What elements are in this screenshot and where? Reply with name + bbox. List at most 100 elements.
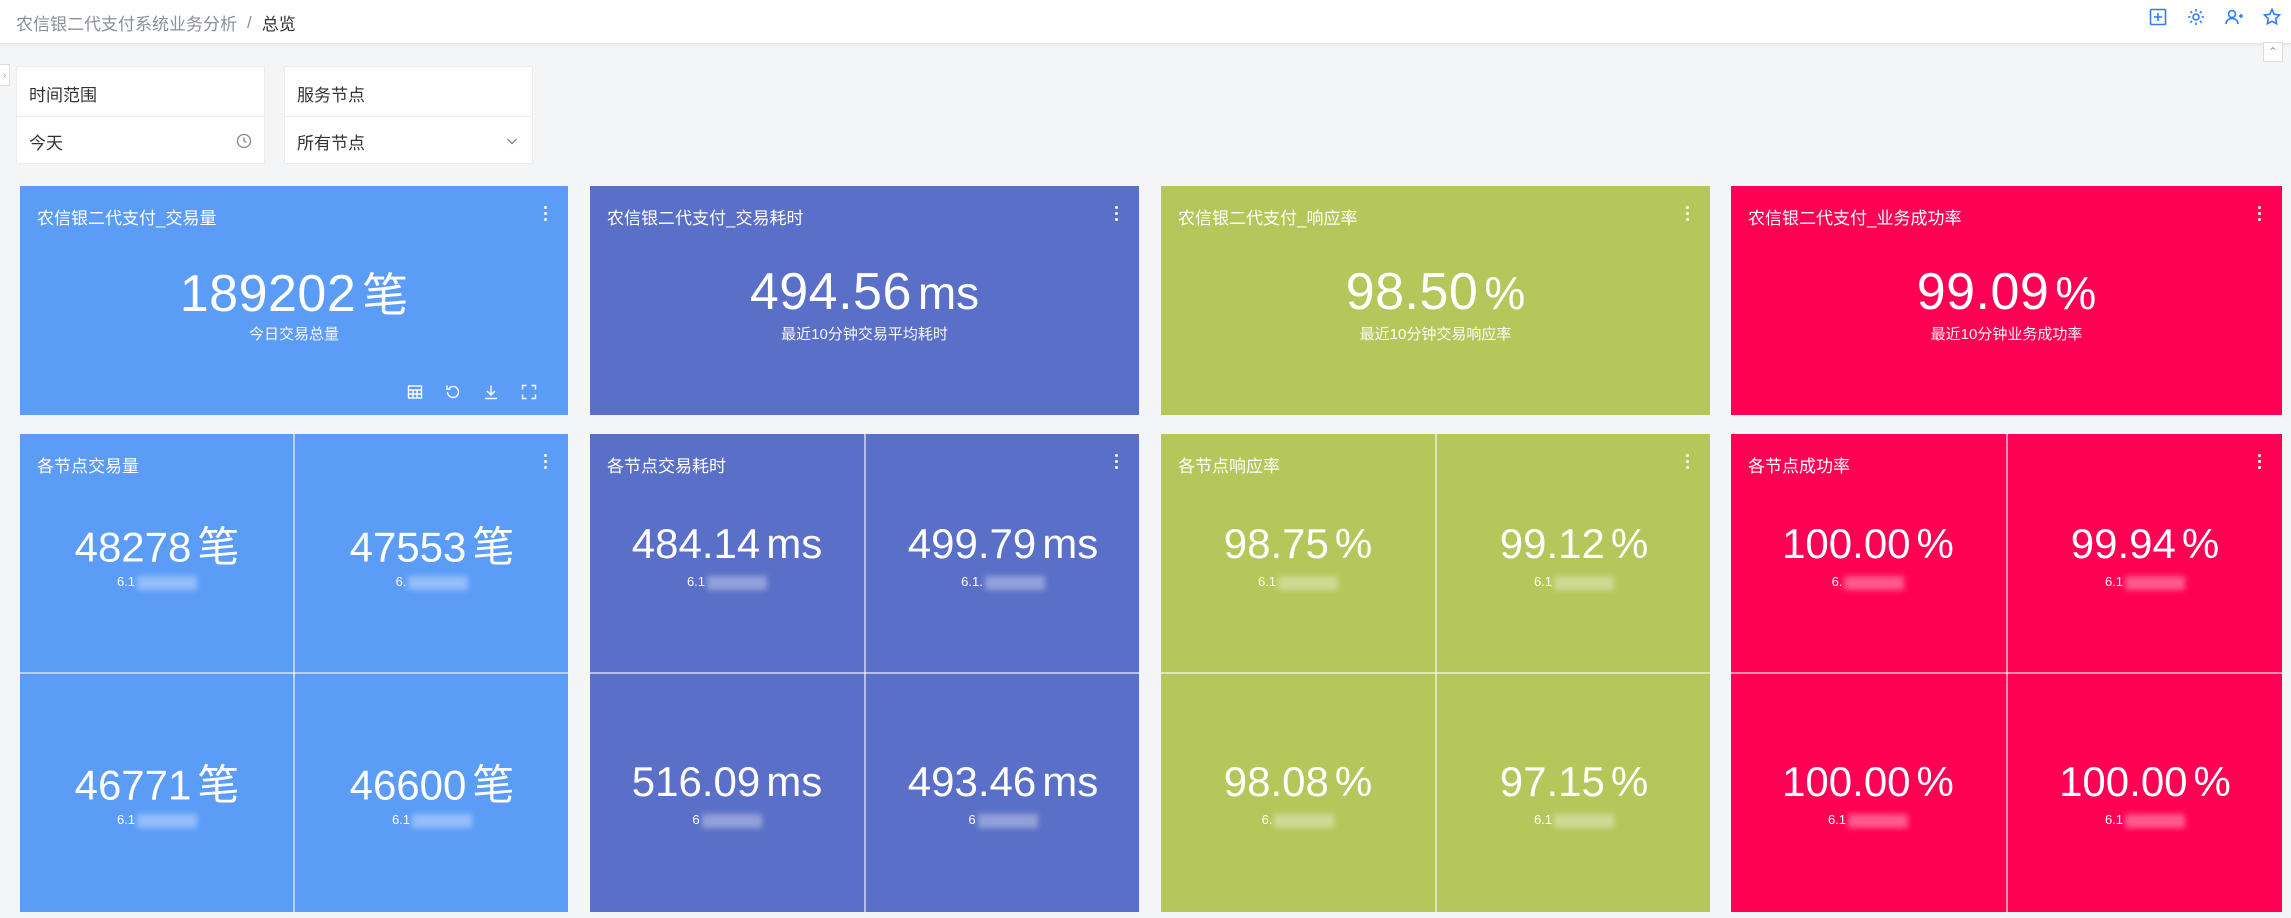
node-label: 6.1	[116, 812, 136, 827]
node-unit: 笔	[472, 523, 515, 571]
refresh-icon[interactable]	[444, 383, 462, 401]
summary-unit: ms	[917, 267, 980, 319]
panel-menu-icon[interactable]	[2254, 202, 2264, 224]
table-view-icon[interactable]	[406, 383, 424, 401]
panel-title: 农信银二代支付_业务成功率	[1748, 209, 1962, 228]
summary-unit: %	[2055, 267, 2097, 319]
node-value: 99.12	[1499, 520, 1605, 567]
node-unit: ms	[1042, 520, 1099, 567]
node-cell: 47553 笔 6.	[295, 434, 568, 672]
node-cell: 516.09 ms 6	[590, 674, 864, 912]
collapse-up-icon[interactable]: ⌃	[2263, 42, 2283, 62]
node-value: 46600	[349, 761, 467, 809]
panel-title: 农信银二代支付_交易量	[37, 209, 217, 228]
summary-panel-latency: 农信银二代支付_交易耗时 494.56 ms 最近10分钟交易平均耗时	[590, 186, 1139, 415]
top-bar: 农信银二代支付系统业务分析 / 总览	[0, 0, 2291, 44]
node-value: 499.79	[907, 520, 1037, 567]
breadcrumb-parent[interactable]: 农信银二代支付系统业务分析	[16, 10, 237, 35]
node-value: 99.94	[2070, 520, 2176, 567]
panel-title: 农信银二代支付_响应率	[1178, 209, 1358, 228]
node-label: 6.	[395, 574, 407, 589]
node-cell: 97.15% 6.1	[1437, 674, 1710, 912]
node-unit: 笔	[197, 761, 240, 809]
summary-number: 494.56	[749, 263, 912, 321]
node-cell: 100.00% 6.1	[2008, 674, 2282, 912]
settings-gear-icon[interactable]	[2185, 6, 2207, 28]
node-unit: %	[1916, 520, 1954, 567]
node-value: 100.00	[1782, 758, 1911, 805]
breadcrumb-current: 总览	[261, 15, 296, 34]
summary-value: 189202 笔	[20, 259, 568, 325]
summary-value: 99.09%	[1731, 262, 2282, 322]
panel-tools	[406, 383, 538, 401]
node-label: 6	[692, 812, 700, 827]
node-label: 6.	[1261, 812, 1273, 827]
node-label: 6	[968, 812, 976, 827]
time-range-select[interactable]: 今天	[17, 117, 264, 165]
service-node-select[interactable]: 所有节点	[285, 117, 532, 165]
download-icon[interactable]	[482, 383, 500, 401]
node-unit: %	[1610, 758, 1649, 805]
node-label: 6.1	[1257, 574, 1277, 589]
fullscreen-icon[interactable]	[520, 383, 538, 401]
node-value: 98.08	[1223, 758, 1329, 805]
service-node-value: 所有节点	[297, 133, 365, 153]
node-label: 6.1	[1533, 574, 1553, 589]
summary-value: 98.50%	[1161, 262, 1710, 322]
node-value: 100.00	[1782, 520, 1911, 567]
node-unit: %	[1334, 758, 1373, 805]
star-icon[interactable]	[2261, 6, 2283, 28]
summary-number: 189202	[179, 265, 357, 323]
node-unit: ms	[766, 520, 823, 567]
panel-menu-icon[interactable]	[540, 202, 550, 224]
node-cell: 484.14 ms 6.1	[590, 434, 864, 672]
node-panel-success-rate: 各节点成功率 100.00% 6. 99.94% 6.1 100.00% 6.1…	[1731, 434, 2282, 912]
node-value: 46771	[74, 761, 192, 809]
node-label: 6.	[1831, 574, 1843, 589]
node-unit: %	[1916, 758, 1954, 805]
summary-unit: %	[1484, 267, 1526, 319]
summary-panel-volume: 农信银二代支付_交易量 189202 笔 今日交易总量	[20, 186, 568, 415]
panel-menu-icon[interactable]	[1682, 202, 1692, 224]
node-panel-response-rate: 各节点响应率 98.75% 6.1 99.12% 6.1 98.08% 6. 9…	[1161, 434, 1710, 912]
summary-subtitle: 最近10分钟业务成功率	[1930, 326, 2083, 343]
service-node-label: 服务节点	[285, 67, 532, 117]
chevron-down-icon	[507, 138, 517, 145]
node-value: 97.15	[1499, 758, 1605, 805]
node-value: 516.09	[631, 758, 761, 805]
node-cell: 98.75% 6.1	[1161, 434, 1435, 672]
node-unit: %	[2193, 758, 2231, 805]
node-unit: ms	[766, 758, 823, 805]
time-range-filter: 时间范围 今天	[16, 66, 265, 164]
node-cell: 499.79 ms 6.1.	[866, 434, 1139, 672]
clock-icon	[236, 133, 252, 149]
node-panel-latency: 各节点交易耗时 484.14 ms 6.1 499.79 ms 6.1. 516.0…	[590, 434, 1139, 912]
node-cell: 100.00% 6.	[1731, 434, 2005, 672]
add-panel-icon[interactable]	[2147, 6, 2169, 28]
node-label: 6.1.	[961, 574, 983, 589]
node-label: 6.1	[2104, 812, 2124, 827]
node-value: 493.46	[907, 758, 1037, 805]
node-cell: 100.00% 6.1	[1731, 674, 2005, 912]
node-label: 6.1	[686, 574, 706, 589]
node-cell: 46600 笔 6.1	[295, 674, 568, 912]
summary-subtitle: 今日交易总量	[248, 326, 339, 343]
panel-menu-icon[interactable]	[1111, 202, 1121, 224]
summary-panel-success-rate: 农信银二代支付_业务成功率 99.09% 最近10分钟业务成功率	[1731, 186, 2282, 415]
summary-number: 98.50	[1345, 263, 1479, 321]
node-cell: 493.46 ms 6	[866, 674, 1139, 912]
panel-title: 农信银二代支付_交易耗时	[607, 209, 804, 228]
node-label: 6.1	[391, 812, 411, 827]
node-label: 6.1	[1533, 812, 1553, 827]
node-value: 47553	[349, 523, 467, 571]
breadcrumb: 农信银二代支付系统业务分析 / 总览	[16, 10, 296, 35]
node-cell: 99.12% 6.1	[1437, 434, 1710, 672]
summary-value: 494.56 ms	[590, 262, 1139, 322]
node-value: 100.00	[2059, 758, 2188, 805]
service-node-filter: 服务节点 所有节点	[284, 66, 533, 164]
user-share-icon[interactable]	[2223, 6, 2245, 28]
summary-subtitle: 最近10分钟交易平均耗时	[781, 326, 948, 343]
node-cell: 48278 笔 6.1	[20, 434, 294, 672]
node-cell: 99.94% 6.1	[2008, 434, 2282, 672]
sidebar-toggle-icon[interactable]: ›	[0, 64, 10, 86]
